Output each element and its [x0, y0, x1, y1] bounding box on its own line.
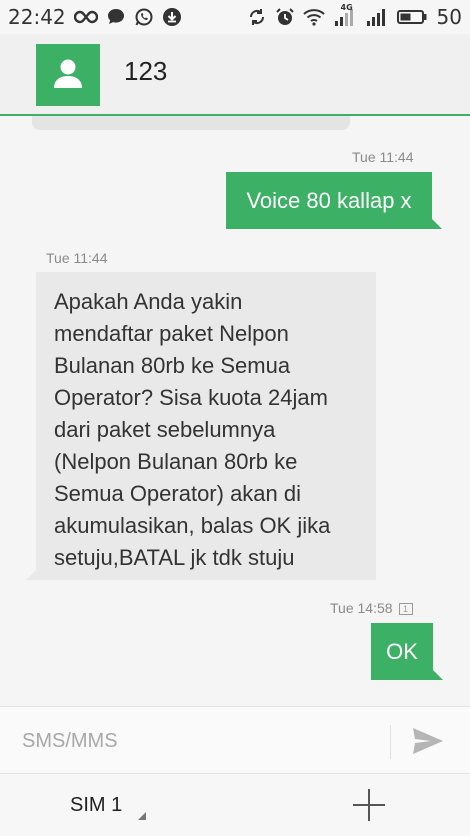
message-line: Operator? Sisa kuota 24jam: [54, 385, 328, 410]
sim-label: SIM 1: [70, 793, 123, 816]
outgoing-message-bubble[interactable]: Voice 80 kallap x: [226, 172, 442, 229]
message-line: Semua Operator) akan di: [54, 481, 302, 506]
compose-bar: [0, 706, 470, 774]
message-line: Bulanan 80rb ke Semua: [54, 353, 291, 378]
sim-tag: 1: [398, 603, 413, 616]
chat-bubble-icon: [106, 7, 126, 27]
battery-level: 50: [436, 5, 462, 29]
contact-avatar[interactable]: [36, 44, 100, 106]
sim-selector[interactable]: SIM 1: [70, 788, 150, 822]
dropdown-corner-icon: [138, 812, 146, 820]
message-text: OK: [386, 638, 418, 664]
person-icon: [51, 56, 85, 94]
message-timestamp: Tue 14:58 1: [330, 600, 413, 616]
network-type-label: 4G: [340, 3, 353, 12]
message-text: Voice 80 kallap x: [246, 187, 412, 213]
compose-divider: [390, 725, 391, 759]
message-line: dari paket sebelumnya: [54, 417, 276, 442]
alarm-icon: [275, 7, 295, 27]
previous-message-edge: [32, 116, 350, 130]
signal-icon: [365, 7, 389, 27]
message-timestamp: Tue 11:44: [46, 250, 108, 266]
incoming-message-bubble[interactable]: Apakah Anda yakin mendaftar paket Nelpon…: [26, 272, 376, 580]
status-time: 22:42: [8, 5, 66, 29]
timestamp-text: Tue 14:58: [330, 600, 393, 616]
contact-name[interactable]: 123: [124, 56, 167, 87]
battery-icon: [396, 9, 427, 25]
status-bar: 22:42 4G 50: [0, 0, 470, 34]
message-line: Apakah Anda yakin: [54, 289, 243, 314]
conversation-header: 123: [0, 34, 470, 116]
message-timestamp: Tue 11:44: [352, 149, 414, 165]
message-line: akumulasikan, balas OK jika: [54, 513, 331, 538]
bottom-bar: SIM 1: [0, 774, 470, 836]
wifi-icon: [302, 8, 325, 26]
download-icon: [162, 7, 182, 27]
add-attachment-button[interactable]: [350, 786, 388, 824]
whatsapp-icon: [134, 7, 154, 27]
send-button[interactable]: [406, 723, 450, 763]
send-icon: [412, 727, 444, 759]
message-line: setuju,BATAL jk tdk stuju: [54, 545, 295, 570]
outgoing-message-bubble[interactable]: OK: [371, 623, 443, 680]
message-input[interactable]: [20, 719, 380, 763]
infinity-icon: [73, 10, 98, 24]
message-line: mendaftar paket Nelpon: [54, 321, 289, 346]
message-line: (Nelpon Bulanan 80rb ke: [54, 449, 298, 474]
rotate-icon: [247, 7, 267, 27]
signal-icon: 4G: [333, 3, 357, 27]
